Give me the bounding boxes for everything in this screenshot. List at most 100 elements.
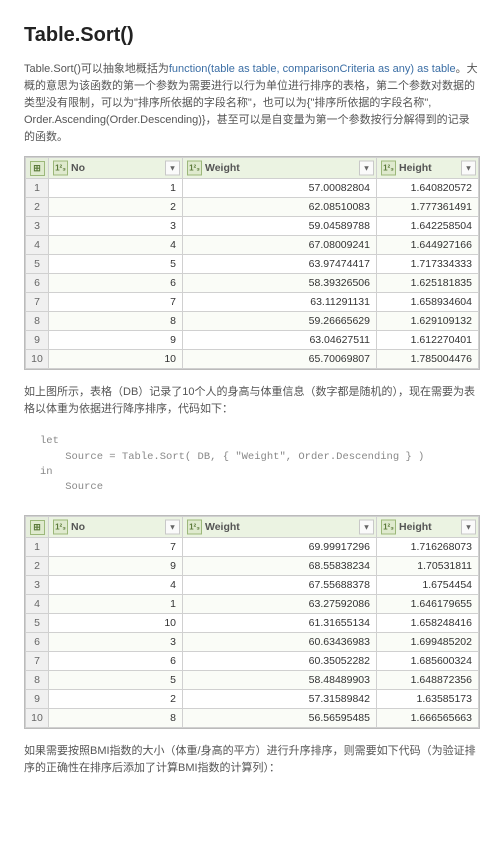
cell-height[interactable]: 1.640820572 [377,179,479,198]
cell-no[interactable]: 8 [49,312,183,331]
table-row[interactable]: 1157.000828041.640820572 [26,179,479,198]
cell-weight[interactable]: 56.56595485 [183,709,377,728]
column-header-no[interactable]: 1²₃ No ▾ [49,517,183,538]
cell-weight[interactable]: 59.26665629 [183,312,377,331]
cell-height[interactable]: 1.716268073 [377,538,479,557]
row-index[interactable]: 1 [26,179,49,198]
cell-no[interactable]: 5 [49,671,183,690]
column-header-weight[interactable]: 1²₃ Weight ▾ [183,517,377,538]
table-row[interactable]: 6658.393265061.625181835 [26,274,479,293]
row-index[interactable]: 8 [26,312,49,331]
table-row[interactable]: 10856.565954851.666565663 [26,709,479,728]
cell-height[interactable]: 1.642258504 [377,217,479,236]
column-header-height[interactable]: 1²₃ Height ▾ [377,158,479,179]
cell-height[interactable]: 1.658248416 [377,614,479,633]
cell-no[interactable]: 10 [49,614,183,633]
row-index[interactable]: 4 [26,236,49,255]
cell-height[interactable]: 1.685600324 [377,652,479,671]
cell-no[interactable]: 1 [49,179,183,198]
cell-no[interactable]: 9 [49,557,183,576]
row-index[interactable]: 10 [26,350,49,369]
cell-weight[interactable]: 59.04589788 [183,217,377,236]
chevron-down-icon[interactable]: ▾ [359,520,374,535]
cell-no[interactable]: 1 [49,595,183,614]
row-index[interactable]: 5 [26,614,49,633]
row-index[interactable]: 3 [26,217,49,236]
row-index[interactable]: 9 [26,331,49,350]
cell-no[interactable]: 2 [49,198,183,217]
chevron-down-icon[interactable]: ▾ [461,161,476,176]
cell-weight[interactable]: 61.31655134 [183,614,377,633]
cell-height[interactable]: 1.644927166 [377,236,479,255]
table-row[interactable]: 5563.974744171.717334333 [26,255,479,274]
row-index[interactable]: 3 [26,576,49,595]
table-row[interactable]: 3467.556883781.6754454 [26,576,479,595]
cell-height[interactable]: 1.6754454 [377,576,479,595]
row-index[interactable]: 7 [26,652,49,671]
table-row[interactable]: 7763.112911311.658934604 [26,293,479,312]
cell-height[interactable]: 1.777361491 [377,198,479,217]
index-header[interactable]: ⊞ [26,517,49,538]
cell-weight[interactable]: 58.48489903 [183,671,377,690]
row-index[interactable]: 6 [26,274,49,293]
cell-no[interactable]: 6 [49,274,183,293]
row-index[interactable]: 7 [26,293,49,312]
column-header-no[interactable]: 1²₃ No ▾ [49,158,183,179]
cell-height[interactable]: 1.70531811 [377,557,479,576]
cell-weight[interactable]: 63.04627511 [183,331,377,350]
table-row[interactable]: 6360.634369831.699485202 [26,633,479,652]
table-row[interactable]: 9963.046275111.612270401 [26,331,479,350]
table-row[interactable]: 1769.999172961.716268073 [26,538,479,557]
cell-weight[interactable]: 57.00082804 [183,179,377,198]
cell-height[interactable]: 1.658934604 [377,293,479,312]
cell-height[interactable]: 1.666565663 [377,709,479,728]
cell-no[interactable]: 10 [49,350,183,369]
index-header[interactable]: ⊞ [26,158,49,179]
cell-weight[interactable]: 60.35052282 [183,652,377,671]
table-row[interactable]: 3359.045897881.642258504 [26,217,479,236]
row-index[interactable]: 4 [26,595,49,614]
cell-weight[interactable]: 58.39326506 [183,274,377,293]
table-row[interactable]: 2968.558382341.70531811 [26,557,479,576]
row-index[interactable]: 8 [26,671,49,690]
cell-weight[interactable]: 63.11291131 [183,293,377,312]
table-row[interactable]: 7660.350522821.685600324 [26,652,479,671]
row-index[interactable]: 1 [26,538,49,557]
cell-height[interactable]: 1.63585173 [377,690,479,709]
cell-weight[interactable]: 68.55838234 [183,557,377,576]
table-row[interactable]: 9257.315898421.63585173 [26,690,479,709]
cell-height[interactable]: 1.648872356 [377,671,479,690]
cell-height[interactable]: 1.699485202 [377,633,479,652]
cell-weight[interactable]: 67.55688378 [183,576,377,595]
table-row[interactable]: 4163.275920861.646179655 [26,595,479,614]
cell-weight[interactable]: 63.27592086 [183,595,377,614]
table-row[interactable]: 101065.700698071.785004476 [26,350,479,369]
cell-no[interactable]: 7 [49,293,183,312]
cell-weight[interactable]: 57.31589842 [183,690,377,709]
cell-no[interactable]: 8 [49,709,183,728]
cell-height[interactable]: 1.629109132 [377,312,479,331]
cell-height[interactable]: 1.785004476 [377,350,479,369]
row-index[interactable]: 2 [26,557,49,576]
cell-no[interactable]: 2 [49,690,183,709]
row-index[interactable]: 9 [26,690,49,709]
cell-height[interactable]: 1.717334333 [377,255,479,274]
cell-weight[interactable]: 65.70069807 [183,350,377,369]
table-row[interactable]: 2262.085100831.777361491 [26,198,479,217]
table-row[interactable]: 8558.484899031.648872356 [26,671,479,690]
table-row[interactable]: 51061.316551341.658248416 [26,614,479,633]
row-index[interactable]: 2 [26,198,49,217]
cell-weight[interactable]: 69.99917296 [183,538,377,557]
cell-no[interactable]: 4 [49,576,183,595]
cell-weight[interactable]: 60.63436983 [183,633,377,652]
cell-no[interactable]: 3 [49,217,183,236]
chevron-down-icon[interactable]: ▾ [165,520,180,535]
cell-no[interactable]: 4 [49,236,183,255]
cell-no[interactable]: 5 [49,255,183,274]
cell-weight[interactable]: 62.08510083 [183,198,377,217]
row-index[interactable]: 5 [26,255,49,274]
row-index[interactable]: 6 [26,633,49,652]
cell-height[interactable]: 1.612270401 [377,331,479,350]
cell-no[interactable]: 3 [49,633,183,652]
cell-no[interactable]: 7 [49,538,183,557]
